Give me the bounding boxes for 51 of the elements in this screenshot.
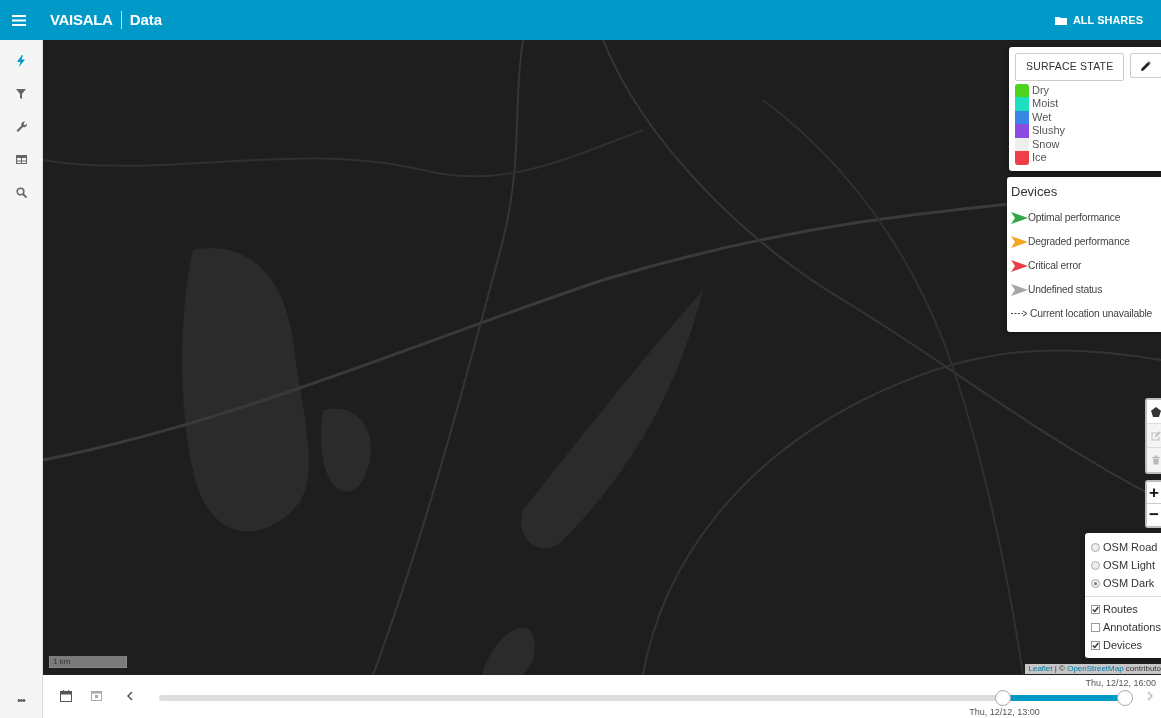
previous-icon[interactable] bbox=[127, 691, 133, 701]
overlay-option[interactable]: Routes bbox=[1091, 600, 1161, 618]
start-time-label: Thu, 12/12, 13:00 bbox=[969, 706, 1040, 718]
radio-button[interactable] bbox=[1091, 578, 1100, 588]
legend-label: Current location unavailable bbox=[1030, 306, 1153, 321]
base-layer-option[interactable]: OSM Light bbox=[1091, 556, 1161, 574]
legend-label: Snow bbox=[1032, 137, 1060, 152]
checkbox[interactable] bbox=[1091, 640, 1100, 650]
range-start-handle[interactable] bbox=[995, 690, 1012, 706]
menu-icon[interactable] bbox=[12, 14, 26, 26]
pentagon-icon bbox=[1151, 406, 1161, 417]
folder-icon bbox=[1054, 15, 1067, 25]
checkbox[interactable] bbox=[1091, 604, 1100, 614]
surface-state-button[interactable]: SURFACE STATE bbox=[1015, 53, 1125, 81]
dashed-arrow-icon bbox=[1011, 310, 1028, 317]
range-end-handle[interactable] bbox=[1117, 690, 1133, 706]
page-title: Data bbox=[129, 9, 163, 30]
more-button[interactable]: ••• bbox=[6, 685, 36, 715]
overlay-option[interactable]: Annotations bbox=[1091, 618, 1161, 636]
base-layer-option[interactable]: OSM Dark bbox=[1091, 574, 1161, 592]
radio-button[interactable] bbox=[1091, 560, 1100, 570]
legend-label: Slushy bbox=[1032, 124, 1066, 138]
search-icon bbox=[15, 187, 27, 199]
legend-label: Degraded performance bbox=[1028, 234, 1130, 249]
radio-button[interactable] bbox=[1091, 542, 1100, 552]
wrench-icon bbox=[15, 121, 27, 133]
brand-logo: VAISALA bbox=[50, 9, 113, 30]
legend-label: Dry bbox=[1032, 83, 1050, 98]
legend-label: Moist bbox=[1032, 97, 1059, 111]
legend-label: Ice bbox=[1032, 151, 1047, 165]
legend-label: Wet bbox=[1032, 110, 1052, 125]
calendar-day-icon[interactable] bbox=[91, 690, 102, 701]
overlay-option[interactable]: Devices bbox=[1091, 636, 1161, 654]
zoom-in-button[interactable]: + bbox=[1147, 482, 1161, 504]
attribution-text: Leaflet | © OpenStreetMap contributo bbox=[1025, 664, 1161, 674]
pentagon-button[interactable] bbox=[1147, 400, 1161, 424]
trash-icon bbox=[1151, 455, 1161, 465]
lightning-icon bbox=[15, 55, 27, 67]
legend-label: Critical error bbox=[1028, 258, 1082, 273]
checkbox[interactable] bbox=[1091, 622, 1100, 632]
edit-button[interactable] bbox=[1130, 53, 1161, 78]
table-icon bbox=[15, 154, 27, 166]
legend-label: Optimal performance bbox=[1028, 210, 1121, 225]
filter-icon bbox=[15, 88, 27, 100]
calendar-icon[interactable] bbox=[60, 690, 72, 702]
legend-title: Devices bbox=[1011, 183, 1059, 201]
legend-label: Undefined status bbox=[1028, 282, 1103, 297]
end-time-label: Thu, 12/12, 16:00 bbox=[1085, 677, 1156, 690]
base-layer-option[interactable]: OSM Road bbox=[1091, 538, 1161, 556]
pencil-icon bbox=[1141, 60, 1152, 71]
edit-icon bbox=[1151, 430, 1161, 441]
